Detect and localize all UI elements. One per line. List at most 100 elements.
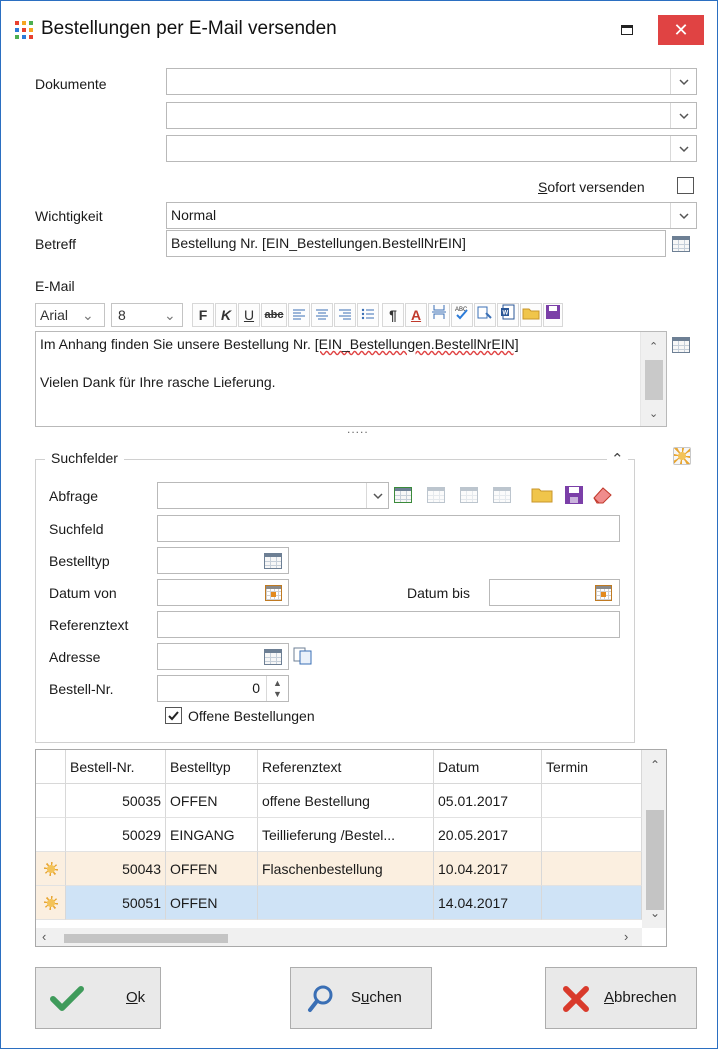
eraser-icon[interactable]	[591, 485, 613, 508]
scroll-up-icon[interactable]: ⌃	[650, 758, 660, 772]
bold-button[interactable]: F	[192, 303, 214, 327]
chevron-down-icon[interactable]	[366, 483, 388, 508]
save-icon[interactable]	[564, 485, 584, 508]
column-header-referenztext[interactable]: Referenztext	[258, 750, 434, 784]
referenztext-input[interactable]	[157, 611, 620, 638]
abbrechen-button[interactable]: Abbrechen	[545, 967, 697, 1029]
chevron-down-icon[interactable]	[670, 203, 696, 228]
word-document-icon[interactable]: W	[497, 303, 519, 327]
scroll-down-icon[interactable]: ⌄	[649, 407, 658, 420]
wichtigkeit-select[interactable]: Normal	[166, 202, 697, 229]
align-left-icon[interactable]	[288, 303, 310, 327]
open-folder-icon[interactable]	[520, 303, 542, 327]
align-center-icon[interactable]	[311, 303, 333, 327]
collapse-chevron-up-icon[interactable]: ⌃	[607, 450, 628, 468]
chevron-down-icon[interactable]	[670, 69, 696, 94]
column-header-termin[interactable]: Termin	[542, 750, 642, 784]
referenztext-label: Referenztext	[49, 617, 129, 633]
font-size-select[interactable]: 8 ⌄	[111, 303, 183, 327]
bullet-list-icon[interactable]	[357, 303, 379, 327]
row-indicator	[36, 784, 66, 818]
dokumente-select-1[interactable]	[166, 68, 697, 95]
cell-bestellnr: 50051	[66, 886, 166, 920]
grid-horizontal-scrollbar[interactable]: ‹ ›	[36, 928, 642, 946]
ok-button[interactable]: Ok	[35, 967, 161, 1029]
checkmark-icon	[168, 711, 179, 721]
save-icon[interactable]	[543, 303, 563, 327]
underline-button[interactable]: U	[238, 303, 260, 327]
chevron-down-icon[interactable]	[670, 136, 696, 161]
scroll-up-icon[interactable]: ⌃	[649, 340, 658, 353]
email-body-editor[interactable]: Im Anhang finden Sie unsere Bestellung N…	[35, 331, 667, 427]
suchen-label-rest: chen	[369, 989, 402, 1006]
scroll-down-icon[interactable]: ⌄	[650, 906, 660, 920]
edit-query-icon[interactable]	[460, 487, 478, 503]
ok-label: Ok	[126, 989, 145, 1006]
scrollbar-thumb[interactable]	[645, 360, 663, 400]
scroll-left-icon[interactable]: ‹	[42, 929, 46, 944]
betreff-value: Bestellung Nr. [EIN_Bestellungen.Bestell…	[171, 235, 466, 251]
align-right-icon[interactable]	[334, 303, 356, 327]
copy-query-icon[interactable]	[427, 487, 445, 503]
gear-sun-settings-icon[interactable]	[673, 447, 691, 465]
editor-field-picker-icon[interactable]	[672, 337, 690, 353]
suchfeld-label: Suchfeld	[49, 521, 104, 537]
abbrechen-label-rest: bbrechen	[614, 989, 677, 1006]
column-header-bestellnr[interactable]: Bestell-Nr.	[66, 750, 166, 784]
scrollbar-thumb[interactable]	[64, 934, 228, 943]
grid-vertical-scrollbar[interactable]: ⌃ ⌄	[642, 750, 666, 928]
row-indicator-header	[36, 750, 66, 784]
sofort-versenden-checkbox[interactable]	[677, 177, 694, 194]
dokumente-label: Dokumente	[35, 76, 107, 92]
close-icon: ✕	[673, 20, 689, 40]
new-row-sun-icon	[44, 862, 58, 876]
cell-bestellnr: 50043	[66, 852, 166, 886]
suchen-button[interactable]: Suchen	[290, 967, 432, 1029]
scrollbar-thumb[interactable]	[646, 810, 664, 910]
betreff-input[interactable]: Bestellung Nr. [EIN_Bestellungen.Bestell…	[166, 230, 666, 257]
paragraph-button[interactable]: ¶	[382, 303, 404, 327]
abfrage-label: Abfrage	[49, 488, 99, 504]
scroll-right-icon[interactable]: ›	[624, 929, 628, 944]
insert-field-icon[interactable]	[474, 303, 496, 327]
calendar-icon[interactable]	[595, 585, 612, 601]
splitter-handle[interactable]: .....	[347, 422, 369, 436]
adresse-picker-icon[interactable]	[264, 649, 282, 665]
delete-query-icon[interactable]	[493, 487, 511, 503]
abbrechen-accesskey: A	[604, 989, 615, 1006]
field-picker-icon[interactable]	[672, 236, 690, 252]
suchfeld-input[interactable]	[157, 515, 620, 542]
row-indicator	[36, 818, 66, 852]
address-copy-icon[interactable]	[293, 647, 313, 668]
row-indicator	[36, 886, 66, 920]
bestellnr-stepper[interactable]: 0 ▲ ▼	[157, 675, 289, 702]
abfrage-select[interactable]	[157, 482, 389, 509]
spellcheck-icon[interactable]: ABC	[451, 303, 473, 327]
column-header-datum[interactable]: Datum	[434, 750, 542, 784]
bestelltyp-picker-icon[interactable]	[264, 553, 282, 569]
close-button[interactable]: ✕	[658, 15, 704, 45]
strikethrough-button[interactable]: abc	[261, 303, 287, 327]
font-color-button[interactable]: A	[405, 303, 427, 327]
cell-bestellnr: 50029	[66, 818, 166, 852]
open-folder-icon[interactable]	[531, 485, 553, 506]
maximize-button[interactable]	[621, 25, 633, 35]
cell-datum: 14.04.2017	[434, 886, 542, 920]
dokumente-select-2[interactable]	[166, 102, 697, 129]
stepper-arrows-icon[interactable]: ▲ ▼	[266, 676, 288, 701]
italic-button[interactable]: K	[215, 303, 237, 327]
chevron-down-icon[interactable]	[670, 103, 696, 128]
page-break-icon[interactable]	[428, 303, 450, 327]
orders-table[interactable]: Bestell-Nr. Bestelltyp Referenztext Datu…	[35, 749, 667, 947]
font-family-select[interactable]: Arial ⌄	[35, 303, 105, 327]
datum-von-label: Datum von	[49, 585, 117, 601]
calendar-icon[interactable]	[265, 585, 282, 601]
new-query-icon[interactable]	[394, 487, 412, 503]
column-header-bestelltyp[interactable]: Bestelltyp	[166, 750, 258, 784]
offene-bestellungen-checkbox[interactable]	[165, 707, 182, 724]
ok-label-rest: k	[137, 989, 146, 1006]
dokumente-select-3[interactable]	[166, 135, 697, 162]
editor-scrollbar[interactable]: ⌃ ⌄	[640, 332, 666, 426]
sofort-accesskey: S	[538, 179, 548, 195]
font-family-value: Arial	[40, 307, 69, 323]
